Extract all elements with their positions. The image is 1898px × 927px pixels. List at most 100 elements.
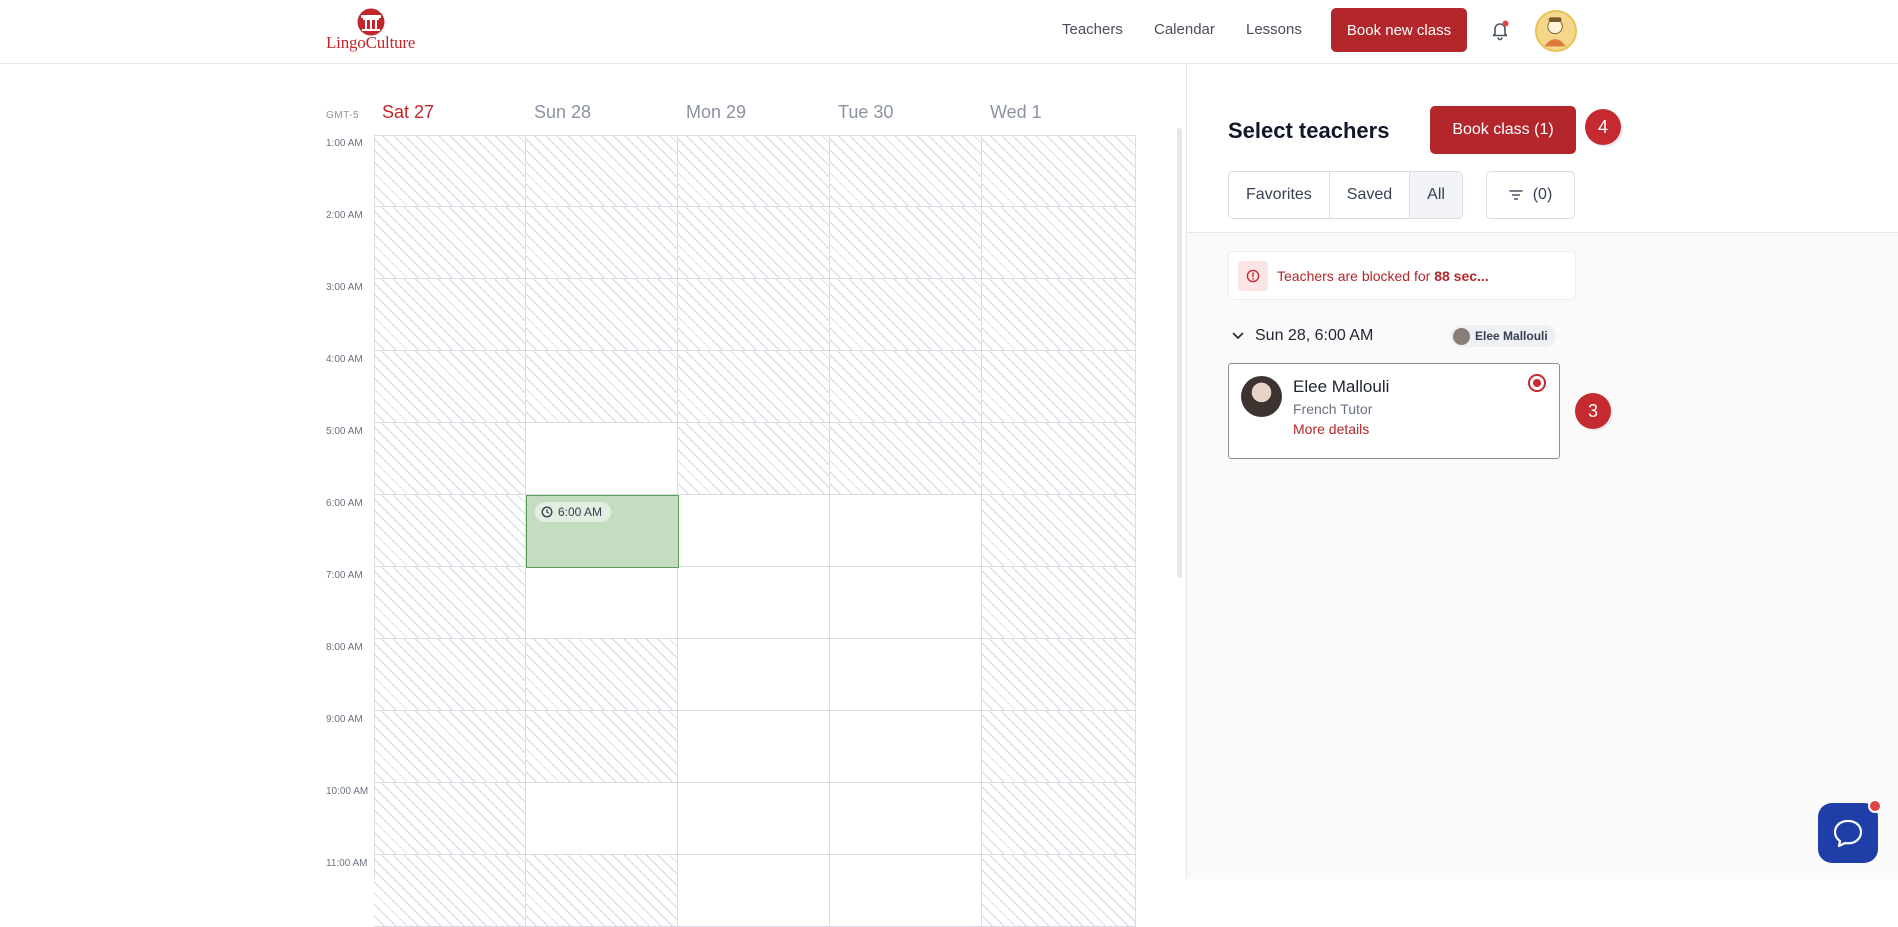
calendar-cell-available[interactable] bbox=[678, 567, 830, 639]
calendar-cell-unavailable bbox=[982, 279, 1136, 351]
calendar-cell-unavailable bbox=[526, 207, 678, 279]
chat-bubble-icon bbox=[1833, 819, 1863, 848]
bell-icon[interactable] bbox=[1489, 19, 1511, 41]
lingoculture-logo[interactable]: LingoCulture bbox=[326, 8, 416, 54]
chevron-down-icon bbox=[1232, 332, 1244, 340]
teacher-card[interactable]: Elee Mallouli French Tutor More details bbox=[1228, 363, 1560, 459]
slot-group-label: Sun 28, 6:00 AM bbox=[1255, 327, 1374, 344]
calendar-cell-unavailable bbox=[374, 495, 526, 567]
calendar-cell-unavailable bbox=[678, 351, 830, 423]
time-label: 10:00 AM bbox=[326, 786, 369, 797]
calendar-cell-unavailable bbox=[982, 855, 1136, 927]
top-header: LingoCulture Teachers Calendar Lessons B… bbox=[0, 0, 1898, 64]
tab-saved[interactable]: Saved bbox=[1330, 172, 1411, 218]
slot-group-header[interactable]: Sun 28, 6:00 AM Elee Mallouli bbox=[1228, 325, 1576, 349]
calendar-cell-unavailable bbox=[374, 207, 526, 279]
calendar-cell-unavailable bbox=[526, 135, 678, 207]
time-label: 7:00 AM bbox=[326, 570, 363, 581]
calendar-cell-available[interactable] bbox=[830, 567, 982, 639]
calendar-cell-available[interactable] bbox=[678, 639, 830, 711]
calendar-cell-unavailable bbox=[830, 351, 982, 423]
day-header-wed-1: Wed 1 bbox=[990, 102, 1042, 122]
day-header-sat-27: Sat 27 bbox=[382, 102, 435, 122]
calendar-cell-unavailable bbox=[982, 423, 1136, 495]
nav-teachers[interactable]: Teachers bbox=[1062, 21, 1123, 38]
calendar-cell-available[interactable] bbox=[678, 783, 830, 855]
calendar-cell-unavailable bbox=[374, 639, 526, 711]
chip-avatar bbox=[1453, 327, 1470, 345]
calendar-cell-unavailable bbox=[374, 855, 526, 927]
alert-text: Teachers are blocked for 88 sec... bbox=[1277, 268, 1489, 284]
calendar-scrollbar[interactable] bbox=[1177, 128, 1182, 578]
calendar-cell-available[interactable] bbox=[526, 783, 678, 855]
time-label: 3:00 AM bbox=[326, 282, 363, 293]
step-badge-4: 4 bbox=[1585, 109, 1621, 145]
calendar-cell-unavailable bbox=[678, 279, 830, 351]
day-header-tue-30: Tue 30 bbox=[838, 102, 894, 122]
calendar-cell-available[interactable] bbox=[830, 495, 982, 567]
calendar-cell-unavailable bbox=[374, 279, 526, 351]
calendar-cell-available[interactable] bbox=[678, 711, 830, 783]
calendar-cell-unavailable bbox=[830, 423, 982, 495]
clock-icon bbox=[541, 506, 553, 518]
calendar-cell-available[interactable] bbox=[526, 423, 678, 495]
calendar-cell-available[interactable] bbox=[678, 855, 830, 927]
blocked-alert: Teachers are blocked for 88 sec... bbox=[1228, 251, 1576, 300]
chat-widget-button[interactable] bbox=[1818, 799, 1882, 863]
selected-teacher-chip: Elee Mallouli bbox=[1450, 325, 1556, 347]
calendar-cell-unavailable bbox=[982, 711, 1136, 783]
teacher-avatar bbox=[1241, 376, 1282, 417]
book-new-class-button[interactable]: Book new class bbox=[1331, 8, 1467, 52]
calendar-cell-unavailable bbox=[982, 567, 1136, 639]
nav-lessons[interactable]: Lessons bbox=[1246, 21, 1302, 38]
nav-calendar[interactable]: Calendar bbox=[1154, 21, 1215, 38]
calendar-cell-unavailable bbox=[982, 351, 1136, 423]
book-class-button[interactable]: Book class (1) bbox=[1430, 106, 1576, 154]
panel-header: Select teachers Book class (1) 4 Favorit… bbox=[1187, 64, 1898, 233]
alert-icon bbox=[1238, 260, 1268, 291]
filter-button[interactable]: (0) bbox=[1486, 171, 1575, 219]
week-calendar: GMT-5 Sat 27 Sun 28 Mon 29 Tue 30 Wed 1 … bbox=[326, 64, 1136, 927]
time-label: 2:00 AM bbox=[326, 210, 363, 221]
select-teachers-panel: Select teachers Book class (1) 4 Favorit… bbox=[1186, 64, 1898, 879]
step-badge-3: 3 bbox=[1575, 393, 1611, 429]
day-header-mon-29: Mon 29 bbox=[686, 102, 747, 122]
calendar-cell-unavailable bbox=[526, 279, 678, 351]
teacher-role: French Tutor bbox=[1293, 401, 1373, 417]
calendar-cell-unavailable bbox=[830, 135, 982, 207]
calendar-cell-unavailable bbox=[374, 711, 526, 783]
calendar-cell-unavailable bbox=[374, 783, 526, 855]
time-label: 9:00 AM bbox=[326, 714, 363, 725]
calendar-cell-unavailable bbox=[374, 567, 526, 639]
time-label: 5:00 AM bbox=[326, 426, 363, 437]
calendar-cell-unavailable bbox=[374, 351, 526, 423]
time-label: 1:00 AM bbox=[326, 138, 363, 149]
teacher-select-radio[interactable] bbox=[1528, 374, 1546, 392]
timezone-label: GMT-5 bbox=[326, 110, 360, 121]
calendar-cell-available[interactable] bbox=[830, 639, 982, 711]
selected-time-slot[interactable]: 6:00 AM bbox=[526, 495, 679, 568]
tab-all[interactable]: All bbox=[1410, 172, 1462, 218]
more-details-link[interactable]: More details bbox=[1293, 421, 1369, 437]
calendar-cell-available[interactable] bbox=[830, 711, 982, 783]
calendar-cell-unavailable bbox=[982, 495, 1136, 567]
day-header-sun-28: Sun 28 bbox=[534, 102, 592, 122]
slot-time-pill: 6:00 AM bbox=[535, 502, 612, 522]
filter-icon bbox=[1509, 190, 1523, 200]
user-avatar[interactable] bbox=[1535, 10, 1577, 52]
calendar-cell-unavailable bbox=[374, 135, 526, 207]
calendar-cell-unavailable bbox=[982, 639, 1136, 711]
calendar-cell-available[interactable] bbox=[830, 783, 982, 855]
calendar-cell-available[interactable] bbox=[526, 567, 678, 639]
alert-prefix: Teachers are blocked for bbox=[1277, 267, 1435, 284]
calendar-cell-unavailable bbox=[526, 351, 678, 423]
chip-teacher-name: Elee Mallouli bbox=[1475, 329, 1548, 343]
avatar-illustration-icon bbox=[1544, 17, 1566, 47]
tab-favorites[interactable]: Favorites bbox=[1229, 172, 1330, 218]
calendar-cell-unavailable bbox=[526, 711, 678, 783]
time-label: 8:00 AM bbox=[326, 642, 363, 653]
calendar-cell-available[interactable] bbox=[678, 495, 830, 567]
calendar-cell-available[interactable] bbox=[830, 855, 982, 927]
time-label: 6:00 AM bbox=[326, 498, 363, 509]
calendar-cell-unavailable bbox=[526, 639, 678, 711]
